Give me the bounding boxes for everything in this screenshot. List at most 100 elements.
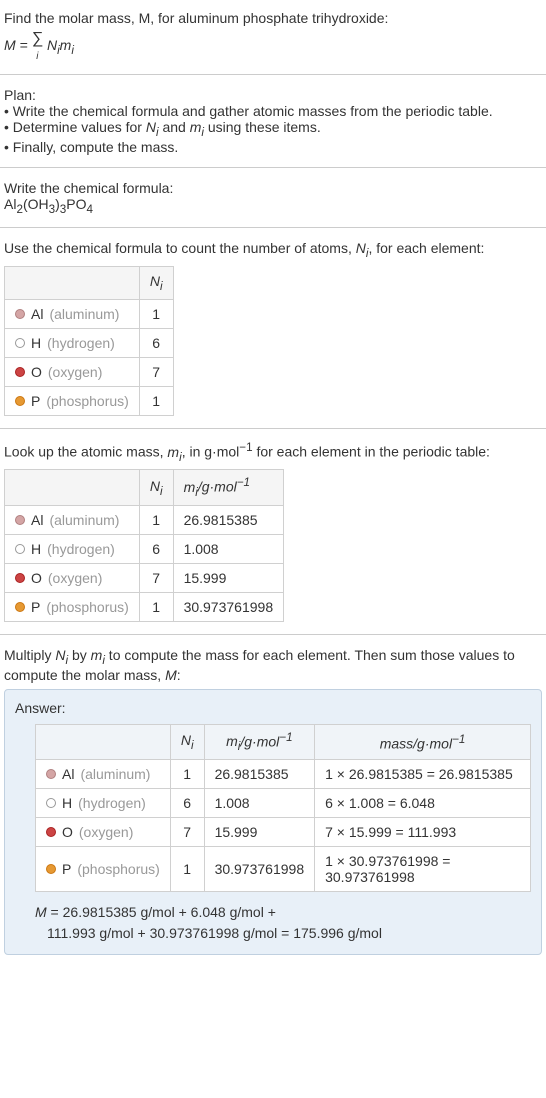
table-row: P (phosphorus) 1 30.973761998 <box>5 592 284 621</box>
answer-label: Answer: <box>15 700 531 716</box>
m-value: 1.008 <box>204 789 315 818</box>
n-value: 7 <box>139 357 173 386</box>
element-name: (aluminum) <box>49 306 119 322</box>
m-value: 30.973761998 <box>204 847 315 892</box>
mass-value: 6 × 1.008 = 6.048 <box>315 789 531 818</box>
element-cell: O (oxygen) <box>5 563 140 592</box>
n-value: 1 <box>139 386 173 415</box>
n-value: 1 <box>170 847 204 892</box>
table-row: H (hydrogen) 6 <box>5 328 174 357</box>
element-symbol: P <box>31 393 40 409</box>
element-symbol: O <box>31 570 42 586</box>
element-dot-icon <box>46 798 56 808</box>
table-row: O (oxygen) 7 15.999 7 × 15.999 = 111.993 <box>36 818 531 847</box>
element-name: (phosphorus) <box>77 861 160 877</box>
table-row: P (phosphorus) 1 30.973761998 1 × 30.973… <box>36 847 531 892</box>
element-cell: O (oxygen) <box>36 818 171 847</box>
table-header-row: Ni mi/g·mol−1 mass/g·mol−1 <box>36 724 531 759</box>
element-name: (aluminum) <box>49 512 119 528</box>
mass-title: Look up the atomic mass, mi, in g·mol−1 … <box>4 441 542 463</box>
multiply-section: Multiply Ni by mi to compute the mass fo… <box>0 639 546 963</box>
element-name: (hydrogen) <box>47 335 115 351</box>
element-name: (hydrogen) <box>47 541 115 557</box>
final-equation: M = 26.9815385 g/mol + 6.048 g/mol + 111… <box>35 902 531 944</box>
intro-section: Find the molar mass, M, for aluminum pho… <box>0 0 546 70</box>
chem-formula-title: Write the chemical formula: <box>4 180 542 196</box>
count-table: Ni Al (aluminum) 1 H (hydrogen) 6 O (oxy… <box>4 266 174 416</box>
divider <box>0 167 546 168</box>
divider <box>0 227 546 228</box>
mass-table: Ni mi/g·mol−1 Al (aluminum) 1 26.9815385… <box>4 469 284 621</box>
divider <box>0 428 546 429</box>
element-cell: H (hydrogen) <box>5 328 140 357</box>
element-symbol: H <box>31 541 41 557</box>
plan-bullet-1: • Write the chemical formula and gather … <box>4 103 542 119</box>
mass-value: 1 × 26.9815385 = 26.9815385 <box>315 760 531 789</box>
header-m: mi/g·mol−1 <box>173 470 284 505</box>
m-value: 15.999 <box>173 563 284 592</box>
mass-value: 7 × 15.999 = 111.993 <box>315 818 531 847</box>
n-value: 1 <box>139 299 173 328</box>
plan-bullet-3: • Finally, compute the mass. <box>4 139 542 155</box>
table-row: Al (aluminum) 1 26.9815385 <box>5 505 284 534</box>
n-value: 6 <box>139 328 173 357</box>
element-cell: Al (aluminum) <box>5 299 140 328</box>
m-value: 15.999 <box>204 818 315 847</box>
element-dot-icon <box>15 367 25 377</box>
n-value: 6 <box>139 534 173 563</box>
header-n: Ni <box>170 724 204 759</box>
answer-table: Ni mi/g·mol−1 mass/g·mol−1 Al (aluminum)… <box>35 724 531 892</box>
count-section: Use the chemical formula to count the nu… <box>0 232 546 424</box>
intro-formula: M = ∑i Nimi <box>4 31 542 62</box>
plan-bullet-2: • Determine values for Ni and mi using t… <box>4 119 542 139</box>
element-dot-icon <box>15 573 25 583</box>
m-value: 1.008 <box>173 534 284 563</box>
n-value: 1 <box>139 592 173 621</box>
m-value: 30.973761998 <box>173 592 284 621</box>
table-row: Al (aluminum) 1 26.9815385 1 × 26.981538… <box>36 760 531 789</box>
table-row: P (phosphorus) 1 <box>5 386 174 415</box>
chem-formula: Al2(OH3)3PO4 <box>4 196 542 216</box>
divider <box>0 74 546 75</box>
header-n: Ni <box>139 267 173 300</box>
final-line-1: M = 26.9815385 g/mol + 6.048 g/mol + <box>35 902 531 923</box>
mass-section: Look up the atomic mass, mi, in g·mol−1 … <box>0 433 546 630</box>
element-cell: P (phosphorus) <box>5 592 140 621</box>
element-symbol: H <box>62 795 72 811</box>
element-name: (phosphorus) <box>46 393 129 409</box>
element-symbol: Al <box>31 512 43 528</box>
element-dot-icon <box>15 309 25 319</box>
element-dot-icon <box>46 769 56 779</box>
table-row: Al (aluminum) 1 <box>5 299 174 328</box>
element-cell: P (phosphorus) <box>5 386 140 415</box>
element-name: (oxygen) <box>48 364 102 380</box>
count-title: Use the chemical formula to count the nu… <box>4 240 542 260</box>
answer-box: Answer: Ni mi/g·mol−1 mass/g·mol−1 Al (a… <box>4 689 542 955</box>
n-value: 6 <box>170 789 204 818</box>
divider <box>0 634 546 635</box>
element-symbol: O <box>31 364 42 380</box>
table-row: O (oxygen) 7 15.999 <box>5 563 284 592</box>
table-header-row: Ni mi/g·mol−1 <box>5 470 284 505</box>
n-value: 1 <box>139 505 173 534</box>
element-cell: H (hydrogen) <box>36 789 171 818</box>
element-cell: H (hydrogen) <box>5 534 140 563</box>
plan-section: Plan: • Write the chemical formula and g… <box>0 79 546 163</box>
element-dot-icon <box>46 827 56 837</box>
element-name: (hydrogen) <box>78 795 146 811</box>
element-symbol: Al <box>31 306 43 322</box>
element-cell: Al (aluminum) <box>36 760 171 789</box>
element-symbol: Al <box>62 766 74 782</box>
n-value: 7 <box>139 563 173 592</box>
mass-value: 1 × 30.973761998 = 30.973761998 <box>315 847 531 892</box>
final-line-2: 111.993 g/mol + 30.973761998 g/mol = 175… <box>47 923 531 944</box>
table-row: H (hydrogen) 6 1.008 6 × 1.008 = 6.048 <box>36 789 531 818</box>
m-value: 26.9815385 <box>204 760 315 789</box>
table-row: H (hydrogen) 6 1.008 <box>5 534 284 563</box>
header-m: mi/g·mol−1 <box>204 724 315 759</box>
intro-line: Find the molar mass, M, for aluminum pho… <box>4 8 542 29</box>
n-value: 1 <box>170 760 204 789</box>
element-symbol: P <box>62 861 71 877</box>
element-dot-icon <box>15 338 25 348</box>
element-name: (oxygen) <box>79 824 133 840</box>
